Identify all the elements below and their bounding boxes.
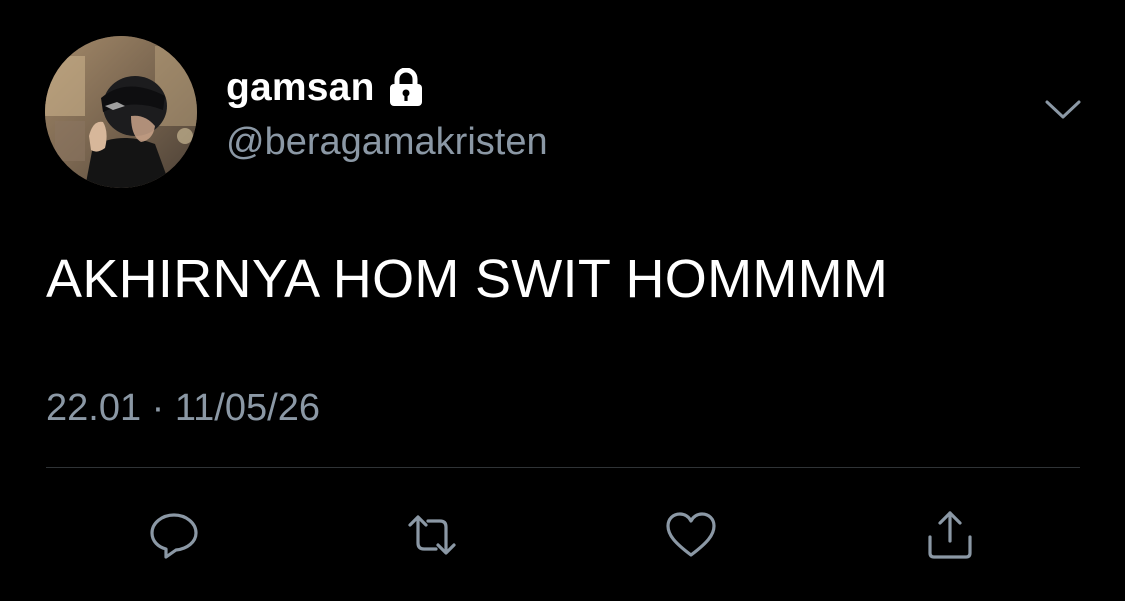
tweet-timestamp[interactable]: 22.01 · 11/05/26 (46, 386, 320, 430)
tweet-text: AKHIRNYA HOM SWIT HOMMMM (46, 249, 889, 309)
like-button[interactable] (661, 505, 721, 565)
chevron-down-icon[interactable] (1044, 98, 1082, 122)
retweet-icon (408, 515, 456, 555)
avatar[interactable] (45, 36, 197, 188)
reply-button[interactable] (144, 505, 204, 565)
tweet-card: gamsan @beragamakristen AKHIRNYA HOM SWI… (0, 0, 1125, 601)
divider (46, 467, 1080, 468)
heart-icon (666, 512, 716, 557)
share-icon (928, 511, 972, 559)
avatar-image (45, 36, 197, 188)
share-button[interactable] (920, 505, 980, 565)
reply-icon (150, 513, 198, 559)
lock-icon (387, 67, 425, 108)
display-name[interactable]: gamsan (226, 66, 375, 110)
retweet-button[interactable] (402, 505, 462, 565)
name-row: gamsan (226, 66, 425, 110)
user-handle[interactable]: @beragamakristen (226, 120, 548, 164)
